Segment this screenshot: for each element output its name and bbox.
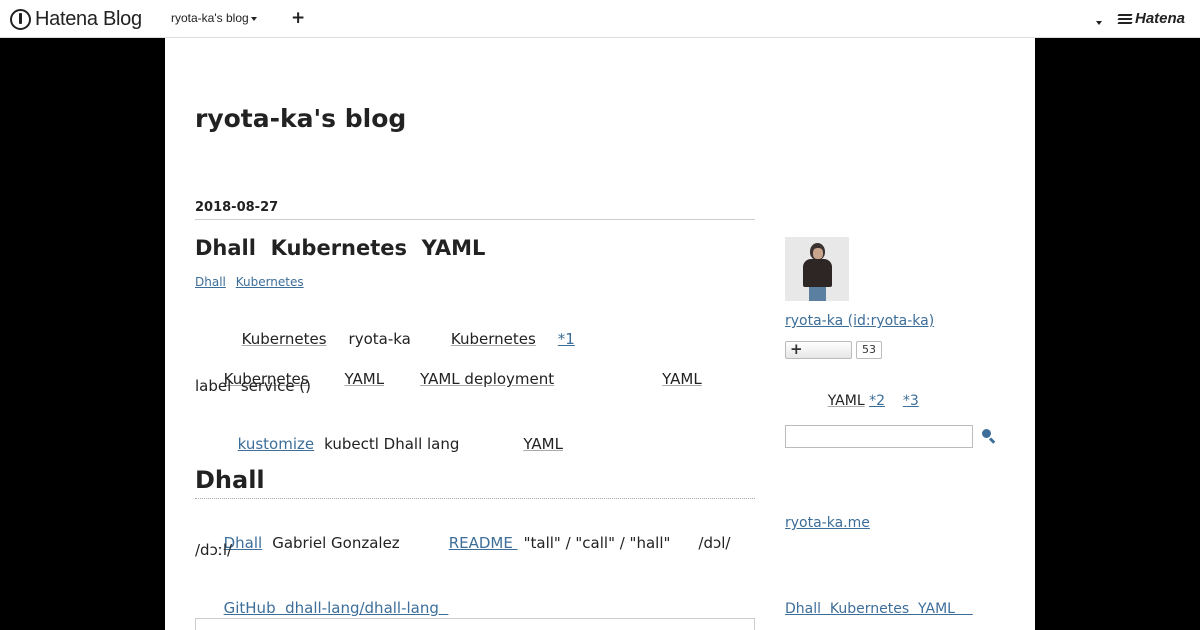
hatena-brand-link[interactable]: Hatena — [1117, 10, 1186, 27]
chevron-down-icon — [1096, 20, 1102, 25]
keyword-yaml[interactable]: YAML — [345, 370, 385, 388]
paragraph-4: Dhall Gabriel Gonzalez README "tall" / "ca… — [195, 516, 731, 570]
hatena-brand-text: Hatena — [1135, 10, 1186, 27]
profile-link[interactable]: ryota-ka (id:ryota-ka) — [785, 313, 934, 329]
plus-icon: + — [790, 340, 803, 358]
footnote-link-1[interactable]: *1 — [558, 330, 575, 348]
search-button[interactable] — [982, 429, 996, 444]
entry-date[interactable]: 2018-08-27 — [195, 200, 755, 220]
footnote-link-2[interactable]: *2 — [869, 393, 885, 409]
avatar[interactable] — [785, 237, 849, 301]
site-link[interactable]: ryota-ka.me — [785, 515, 870, 531]
ipa-text-1: /dɔl/ — [698, 534, 731, 552]
section-heading-dhall: Dhall — [195, 466, 755, 499]
global-header: Hatena Blog ryota-ka's blog + Hatena — [0, 0, 1200, 38]
keyword-yaml[interactable]: YAML — [662, 370, 702, 388]
user-menu-button[interactable] — [1094, 12, 1102, 31]
search-input[interactable] — [785, 425, 973, 448]
keyword-kubernetes[interactable]: Kubernetes — [242, 330, 327, 348]
entry-categories: Dhall Kubernetes — [195, 275, 310, 289]
profile-note: YAML *2 *3 — [801, 377, 919, 425]
category-dhall[interactable]: Dhall — [195, 275, 226, 289]
hatena-blog-logo-icon — [10, 8, 31, 30]
keyword-kubernetes[interactable]: Kubernetes — [451, 330, 536, 348]
hatena-mark-icon — [1117, 13, 1133, 25]
follower-count: 53 — [856, 341, 882, 359]
entry-title[interactable]: Dhall Kubernetes YAML — [195, 236, 485, 260]
footnote-link-3[interactable]: *3 — [903, 393, 919, 409]
add-entry-button[interactable]: + — [291, 8, 305, 28]
paragraph-3: kustomize kubectl Dhall lang YAML — [209, 417, 563, 471]
kustomize-link[interactable]: kustomize — [238, 435, 315, 453]
readme-link[interactable]: README — [449, 534, 518, 552]
recent-entry-link[interactable]: Dhall Kubernetes YAML — [785, 601, 973, 617]
keyword-yaml[interactable]: YAML — [828, 393, 865, 409]
embed-card[interactable] — [195, 618, 755, 630]
blog-switcher-label: ryota-ka's blog — [171, 11, 249, 25]
author-gabriel: Gabriel Gonzalez — [272, 534, 400, 552]
category-kubernetes[interactable]: Kubernetes — [236, 275, 304, 289]
follow-button[interactable]: + — [785, 340, 852, 359]
page-container: ryota-ka's blog 2018-08-27 Dhall Kuberne… — [165, 38, 1035, 630]
blog-title[interactable]: ryota-ka's blog — [195, 104, 406, 133]
github-link[interactable]: GitHub dhall-lang/dhall-lang — [224, 599, 449, 617]
blog-switcher[interactable]: ryota-ka's blog — [171, 11, 257, 25]
hatena-blog-logo[interactable]: Hatena Blog — [10, 7, 142, 31]
chevron-down-icon — [250, 16, 257, 21]
author-name: ryota-ka — [348, 330, 411, 348]
paragraph-2-cont: label service () — [195, 377, 312, 395]
search-icon — [982, 429, 991, 438]
paragraph-4-cont: /dɔːl/ — [195, 541, 233, 559]
paragraph-3-text: kubectl Dhall lang — [324, 435, 460, 453]
pronunciation-text: "tall" / "call" / "hall" — [523, 534, 671, 552]
keyword-yaml[interactable]: YAML — [523, 435, 563, 453]
keyword-yaml-deployment[interactable]: YAML deployment — [420, 370, 554, 388]
logo-text: Hatena Blog — [35, 7, 142, 30]
